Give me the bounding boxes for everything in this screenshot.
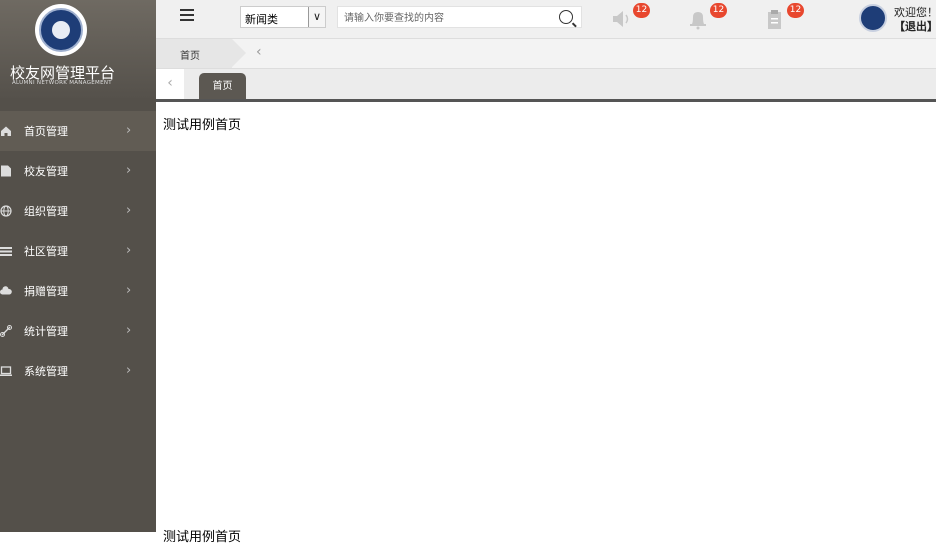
laptop-icon xyxy=(0,365,12,377)
brand-subtitle: ALUMNI NETWORK MANAGEMENT xyxy=(12,80,112,86)
logout-link[interactable]: 【退出】 xyxy=(894,18,936,34)
chevron-right-icon: › xyxy=(126,323,132,338)
tab-scroll-left-button[interactable]: ‹ xyxy=(156,69,184,99)
sidebar-item-community[interactable]: 社区管理 › xyxy=(0,231,156,271)
tasks-button[interactable] xyxy=(764,8,786,30)
tab-home[interactable]: 首页 xyxy=(199,73,246,99)
breadcrumb: 首页 ‹ xyxy=(156,39,936,69)
notification-button[interactable] xyxy=(687,8,709,30)
chevron-right-icon: › xyxy=(126,203,132,218)
notification-count-badge: 12 xyxy=(710,3,727,18)
sidebar-item-label: 捐赠管理 xyxy=(24,285,68,298)
home-icon xyxy=(0,125,12,137)
main-content: 测试用例首页 测试用例首页 xyxy=(156,102,936,545)
search-box xyxy=(337,6,582,28)
top-bar: 新闻类 ∨ 12 12 12 欢迎您！ 【退出】 xyxy=(156,0,936,39)
sidebar-item-label: 系统管理 xyxy=(24,365,68,378)
sidebar-item-label: 社区管理 xyxy=(24,245,68,258)
sidebar: 校友网管理平台 ALUMNI NETWORK MANAGEMENT 首页管理 ›… xyxy=(0,0,156,532)
content-title: 测试用例首页 xyxy=(163,118,242,133)
sidebar-item-statistics[interactable]: 统计管理 › xyxy=(0,311,156,351)
breadcrumb-home-label: 首页 xyxy=(180,51,200,62)
sidebar-item-organization[interactable]: 组织管理 › xyxy=(0,191,156,231)
clipboard-icon xyxy=(764,10,786,33)
chevron-right-icon: › xyxy=(126,163,132,178)
breadcrumb-home[interactable]: 首页 xyxy=(156,39,246,68)
chevron-right-icon: › xyxy=(126,243,132,258)
announcement-button[interactable] xyxy=(611,8,633,30)
announcement-count-badge: 12 xyxy=(633,3,650,18)
sidebar-item-label: 校友管理 xyxy=(24,165,68,178)
link-icon xyxy=(0,325,12,337)
bell-icon xyxy=(687,12,709,33)
tab-bar: ‹ 首页 xyxy=(156,69,936,102)
document-icon xyxy=(0,165,12,177)
tasks-count-badge: 12 xyxy=(787,3,804,18)
category-select[interactable]: 新闻类 ∨ xyxy=(240,6,326,28)
chevron-right-icon: › xyxy=(126,123,132,138)
sidebar-item-label: 组织管理 xyxy=(24,205,68,218)
search-input[interactable] xyxy=(342,10,556,26)
speaker-icon xyxy=(611,11,633,33)
avatar[interactable] xyxy=(859,4,887,32)
sidebar-item-system[interactable]: 系统管理 › xyxy=(0,351,156,391)
sidebar-item-donation[interactable]: 捐赠管理 › xyxy=(0,271,156,311)
chevron-right-icon: › xyxy=(126,283,132,298)
chevron-down-icon[interactable]: ∨ xyxy=(308,7,325,27)
content-footer: 测试用例首页 xyxy=(163,530,242,545)
chevron-right-icon: › xyxy=(126,363,132,378)
university-logo xyxy=(35,4,87,56)
sidebar-item-label: 统计管理 xyxy=(24,325,68,338)
search-icon[interactable] xyxy=(559,10,573,24)
menu-toggle-icon[interactable] xyxy=(180,9,194,23)
brand-header: 校友网管理平台 ALUMNI NETWORK MANAGEMENT xyxy=(0,0,156,98)
list-icon xyxy=(0,245,12,257)
cloud-icon xyxy=(0,285,12,297)
sidebar-item-label: 首页管理 xyxy=(24,125,68,138)
globe-icon xyxy=(0,205,12,217)
back-arrow-icon[interactable]: ‹ xyxy=(256,44,262,60)
sidebar-item-alumni[interactable]: 校友管理 › xyxy=(0,151,156,191)
sidebar-nav: 首页管理 › 校友管理 › 组织管理 › 社区管理 › 捐赠管理 › 统计管理 … xyxy=(0,111,156,391)
category-select-value: 新闻类 xyxy=(245,13,278,26)
sidebar-item-home[interactable]: 首页管理 › xyxy=(0,111,156,151)
